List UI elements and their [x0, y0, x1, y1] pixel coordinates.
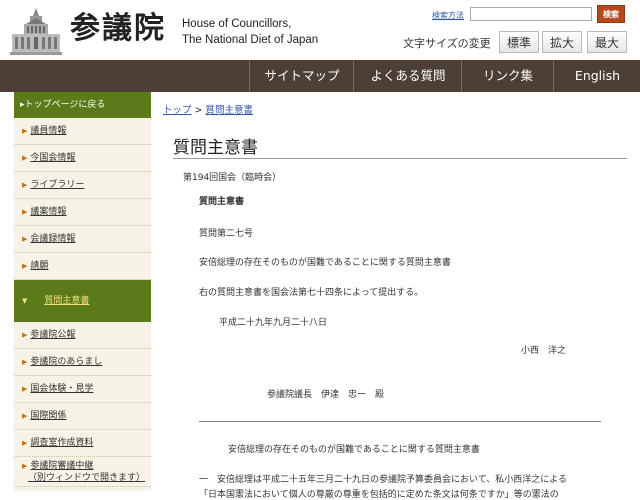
body-line-1: 一 安倍総理は平成二十五年三月二十九日の参議院予算委員会において、私小西洋之によ…	[199, 475, 568, 485]
sidebar-item-sublabel: （別ウィンドウで開きます）	[28, 473, 146, 483]
question-number: 質問第二七号	[199, 229, 254, 239]
logo-kanji: 参議院	[70, 11, 166, 46]
arrow-right-icon: ▶	[22, 331, 28, 339]
sidebar-item-current-session[interactable]: ▶ 今国会情報	[14, 145, 151, 172]
question-subject: 安倍総理の存在そのものが国難であることに関する質問主意書	[199, 258, 451, 268]
sidebar-item-broadcast[interactable]: ▶ 参議院審議中継 （別ウィンドウで開きます）	[14, 457, 151, 487]
sidebar-item-research[interactable]: ▶ 調査室作成資料	[14, 430, 151, 457]
arrow-right-icon: ▶	[22, 154, 28, 162]
question-subject-repeat: 安倍総理の存在そのものが国難であることに関する質問主意書	[228, 445, 480, 455]
nav-faq[interactable]: よくある質問	[353, 60, 462, 92]
diet-building-icon	[10, 8, 62, 55]
arrow-right-icon: ▶	[22, 208, 28, 216]
sidebar-item-label: 議案情報	[30, 207, 67, 217]
page-title: 質問主意書	[173, 138, 258, 158]
sidebar-item-members[interactable]: ▶ 議員情報	[14, 118, 151, 145]
sidebar-item-label: 参議院審議中継	[30, 461, 94, 471]
site-header: 参議院 House of Councillors, The National D…	[0, 0, 640, 60]
sidebar: ▸トップページに戻る ▶ 議員情報 ▶ 今国会情報 ▶ ライブラリー ▶ 議案情報 ▶ 会…	[14, 92, 151, 491]
fontsize-large-button[interactable]: 拡大	[542, 31, 582, 53]
submit-statement: 右の質問主意書を国会法第七十四条によって提出する。	[199, 288, 424, 298]
sidebar-item-label: ライブラリー	[30, 180, 85, 190]
global-nav: サイトマップ よくある質問 リンク集 English	[0, 60, 640, 92]
search-button[interactable]: 検索	[597, 5, 625, 23]
arrow-right-icon: ▶	[22, 462, 28, 470]
arrow-right-icon: ▶	[22, 385, 28, 393]
sidebar-item-visit[interactable]: ▶ 国会体験・見学	[14, 376, 151, 403]
sidebar-item-bills[interactable]: ▶ 議案情報	[14, 199, 151, 226]
sidebar-item-questions[interactable]: ▼ 質問主意書	[14, 280, 151, 322]
session-label: 第194回国会（臨時会）	[183, 173, 282, 183]
addressee: 参議院議長 伊達 忠一 殿	[267, 390, 385, 400]
breadcrumb-current[interactable]: 質問主意書	[206, 105, 254, 116]
arrow-right-icon: ▶	[22, 235, 28, 243]
search-input[interactable]	[470, 7, 592, 21]
sidebar-item-overview[interactable]: ▶ 参議院のあらまし	[14, 349, 151, 376]
sidebar-item-international[interactable]: ▶ 国際関係	[14, 403, 151, 430]
question-author: 小西 洋之	[521, 346, 567, 356]
arrow-right-icon: ▶	[22, 412, 28, 420]
sidebar-item-label: 会議録情報	[30, 234, 76, 244]
sidebar-item-label: 調査室作成資料	[30, 438, 94, 448]
sidebar-item-petitions[interactable]: ▶ 請願	[14, 253, 151, 280]
arrow-right-icon: ▶	[22, 127, 28, 135]
sidebar-back-to-top[interactable]: ▸トップページに戻る	[14, 92, 151, 118]
breadcrumb: トップ > 質問主意書	[163, 102, 253, 116]
arrow-right-icon: ▶	[22, 439, 28, 447]
sidebar-item-label: 参議院公報	[30, 330, 76, 340]
sidebar-item-label: 議員情報	[30, 126, 67, 136]
nav-links[interactable]: リンク集	[461, 60, 554, 92]
sidebar-item-label: 質問主意書	[44, 296, 90, 306]
sidebar-item-library[interactable]: ▶ ライブラリー	[14, 172, 151, 199]
breadcrumb-home[interactable]: トップ	[163, 105, 192, 116]
fontsize-max-button[interactable]: 最大	[587, 31, 627, 53]
arrow-right-icon: ▶	[22, 181, 28, 189]
fontsize-standard-button[interactable]: 標準	[499, 31, 539, 53]
sidebar-item-label: 請願	[30, 261, 49, 271]
breadcrumb-separator: >	[194, 105, 203, 116]
site-logo[interactable]: 参議院 House of Councillors, The National D…	[10, 6, 330, 56]
sidebar-item-label: 国際関係	[30, 411, 67, 421]
fontsize-label: 文字サイズの変更	[403, 37, 491, 50]
logo-en-line1: House of Councillors,	[182, 18, 292, 30]
sidebar-item-minutes[interactable]: ▶ 会議録情報	[14, 226, 151, 253]
body-line-2: 「日本国憲法において個人の尊厳の尊重を包括的に定めた条文は何条ですか」等の憲法の	[199, 490, 559, 500]
logo-english: House of Councillors, The National Diet …	[182, 16, 318, 48]
nav-english[interactable]: English	[553, 60, 640, 92]
nav-sitemap[interactable]: サイトマップ	[249, 60, 354, 92]
search-help-link[interactable]: 検索方法	[432, 10, 464, 21]
submit-date: 平成二十九年九月二十八日	[219, 318, 328, 328]
doc-heading: 質問主意書	[199, 197, 245, 207]
sidebar-item-label: 国会体験・見学	[30, 384, 94, 394]
logo-en-line2: The National Diet of Japan	[182, 34, 319, 46]
arrow-right-icon: ▶	[22, 262, 28, 270]
title-divider	[173, 158, 627, 159]
arrow-down-icon: ▼	[22, 297, 28, 305]
arrow-right-icon: ▶	[22, 358, 28, 366]
sidebar-item-bulletin[interactable]: ▶ 参議院公報	[14, 322, 151, 349]
sidebar-item-label: 参議院のあらまし	[30, 357, 103, 367]
sidebar-item-label: 今国会情報	[30, 153, 76, 163]
document-divider	[199, 421, 601, 422]
